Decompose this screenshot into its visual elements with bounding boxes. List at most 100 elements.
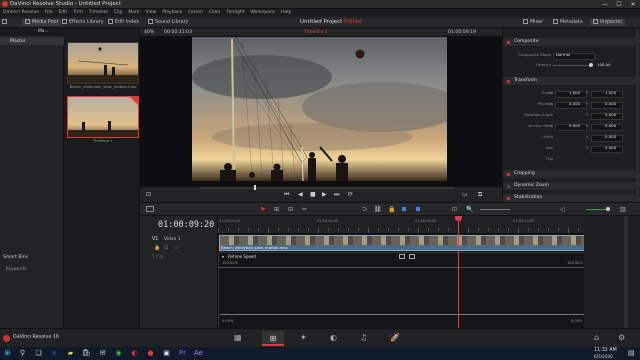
scrubber-bar[interactable] xyxy=(200,187,455,189)
media-pool-button[interactable]: Media Pool xyxy=(22,19,61,26)
opacity-slider-knob[interactable] xyxy=(589,62,593,67)
track-label[interactable]: Video 1 xyxy=(164,237,181,242)
edge-browser-icon[interactable]: e xyxy=(50,349,59,358)
track-lock-icon[interactable]: 🔒 xyxy=(154,245,160,251)
menu-item-trim[interactable]: Trim xyxy=(73,9,83,17)
metadata-button[interactable]: Metadata xyxy=(553,19,583,26)
playhead-handle[interactable] xyxy=(455,216,462,221)
composite-section[interactable]: Composite xyxy=(503,38,640,46)
app-icon[interactable]: ▣ xyxy=(162,349,171,358)
color-page-icon[interactable]: ◐ xyxy=(330,333,337,342)
close-button[interactable]: ✕ xyxy=(626,0,640,9)
bin-master[interactable]: Master xyxy=(0,37,64,45)
menu-item-view[interactable]: View xyxy=(146,9,157,17)
retime-dropdown-icon[interactable]: ▾ xyxy=(222,254,224,259)
resolve-taskbar-icon[interactable]: ● xyxy=(146,349,155,358)
dynamic-zoom-section[interactable]: Dynamic Zoom xyxy=(503,182,640,190)
enable-dot-icon[interactable] xyxy=(507,172,510,176)
timeline-ruler[interactable]: 01:00:00:00 01:00:04:00 01:00:08:00 01:00:1… xyxy=(218,216,584,234)
menu-item-edit[interactable]: Edit xyxy=(58,9,67,17)
clip-thumbnail[interactable] xyxy=(67,42,139,84)
maximize-button[interactable]: ☐ xyxy=(612,0,626,9)
fairlight-page-icon[interactable]: ♫ xyxy=(360,333,367,342)
inspector-button[interactable]: Inspector xyxy=(590,19,626,26)
notifications-icon[interactable]: ▤ xyxy=(628,349,635,357)
opacity-value[interactable]: 100.00 xyxy=(597,61,611,69)
enable-dot-icon[interactable] xyxy=(507,79,510,83)
linked-selection-icon[interactable]: ⛓ xyxy=(374,206,382,213)
effects-library-button[interactable]: Effects Library xyxy=(62,19,104,26)
zoom-detail-icon[interactable]: 🔍 xyxy=(466,206,473,213)
menu-item-workspace[interactable]: Workspace xyxy=(250,9,275,17)
retime-close-button[interactable] xyxy=(409,253,415,259)
menu-item-davinci-resolve[interactable]: DaVinci Resolve xyxy=(3,9,39,17)
fusion-page-icon[interactable]: ✦ xyxy=(300,333,307,342)
retime-curve-editor[interactable]: ▾ Retime Speed 100.00% 100.00% 0.00% 0.0… xyxy=(218,252,586,329)
windows-start-icon[interactable]: ⊞ xyxy=(3,349,12,358)
timeline-name-label[interactable]: Timeline 1 xyxy=(304,30,328,35)
dynamic-trim-icon[interactable]: ⊟ xyxy=(288,206,293,213)
timeline-view-options-icon[interactable] xyxy=(146,206,154,212)
menu-item-file[interactable]: File xyxy=(45,9,53,17)
sound-library-button[interactable]: Sound Library xyxy=(148,19,188,26)
inspector-scrollbar[interactable] xyxy=(636,30,639,210)
go-to-start-icon[interactable]: ⏮ xyxy=(284,191,289,199)
store-icon[interactable]: 🛍 xyxy=(82,349,91,358)
track-visibility-icon[interactable]: ▭ xyxy=(174,245,179,251)
media-page-icon[interactable]: ▦ xyxy=(234,333,242,342)
toggle-panel-button[interactable] xyxy=(2,19,9,26)
menu-item-fusion[interactable]: Fusion xyxy=(188,9,202,17)
after-effects-icon[interactable]: Ae xyxy=(194,349,203,358)
marker-color-icon[interactable] xyxy=(416,207,420,211)
zoom-slider[interactable] xyxy=(480,209,510,210)
search-icon[interactable]: ⚲ xyxy=(18,349,27,358)
menu-item-fairlight[interactable]: Fairlight xyxy=(226,9,244,17)
mixer-button[interactable]: Mixer xyxy=(523,19,543,26)
playhead[interactable] xyxy=(455,216,462,328)
edit-index-button[interactable]: Edit Index xyxy=(108,19,139,26)
menu-item-playback[interactable]: Playback xyxy=(162,9,182,17)
snapping-icon[interactable]: ⊃ xyxy=(362,206,367,213)
mail-icon[interactable]: ✉ xyxy=(98,349,107,358)
play-reverse-icon[interactable]: ◀ xyxy=(298,191,303,198)
meters-icon[interactable]: ▥ xyxy=(620,206,626,213)
transform-section[interactable]: Transform xyxy=(503,77,640,85)
match-frame-icon[interactable]: ⧉ xyxy=(478,191,482,199)
menu-item-mark[interactable]: Mark xyxy=(128,9,139,17)
menu-item-color[interactable]: Color xyxy=(209,9,221,17)
timeline-viewer[interactable] xyxy=(140,36,502,186)
stop-icon[interactable]: ■ xyxy=(310,191,316,198)
task-view-icon[interactable]: ❏ xyxy=(34,349,43,358)
home-icon[interactable]: ⌂ xyxy=(594,333,599,342)
blade-tool-icon[interactable]: ✂ xyxy=(302,206,307,213)
stabilization-section[interactable]: Stabilization xyxy=(503,194,640,202)
minimize-button[interactable]: — xyxy=(598,0,612,9)
chrome-icon[interactable]: ◉ xyxy=(114,349,123,358)
menu-item-timeline[interactable]: Timeline xyxy=(89,9,108,17)
enable-dot-icon[interactable] xyxy=(507,40,510,44)
retime-curve-button[interactable] xyxy=(399,253,405,259)
timeline-scrollbar[interactable] xyxy=(624,216,628,328)
enable-dot-icon[interactable] xyxy=(507,184,510,188)
viewer-mode-icon[interactable]: ▭ xyxy=(462,191,468,198)
track-autoselect-icon[interactable]: ⊡ xyxy=(164,245,168,251)
timeline-area[interactable]: 01:00:00:00 01:00:04:00 01:00:08:00 01:00:1… xyxy=(218,216,586,329)
audio-meter-icon[interactable]: ◁ xyxy=(560,206,565,213)
selection-tool-icon[interactable]: ➤ xyxy=(260,205,266,213)
menu-item-clip[interactable]: Clip xyxy=(114,9,123,17)
volume-knob[interactable] xyxy=(606,207,610,211)
timeline-thumbnail[interactable] xyxy=(67,96,139,138)
flag-color-icon[interactable] xyxy=(402,207,406,211)
scrubber-handle[interactable] xyxy=(254,185,256,190)
zoom-level[interactable]: 40% xyxy=(144,30,154,35)
retime-speed-line[interactable] xyxy=(219,267,585,268)
lock-icon[interactable]: 🔒 xyxy=(388,206,395,213)
timeline-clip[interactable]: Beach_volleyball_slow_motion.mov xyxy=(219,235,585,251)
viewer-options-icon[interactable]: ⊡ xyxy=(146,191,151,198)
trim-tool-icon[interactable]: ⊞ xyxy=(274,206,279,213)
menu-item-help[interactable]: Help xyxy=(281,9,291,17)
deliver-page-icon[interactable]: 🚀 xyxy=(390,333,400,342)
smart-bin-keywords[interactable]: Keywords xyxy=(6,266,26,271)
loop-icon[interactable]: ⟳ xyxy=(348,191,353,198)
enable-dot-icon[interactable] xyxy=(507,196,510,200)
